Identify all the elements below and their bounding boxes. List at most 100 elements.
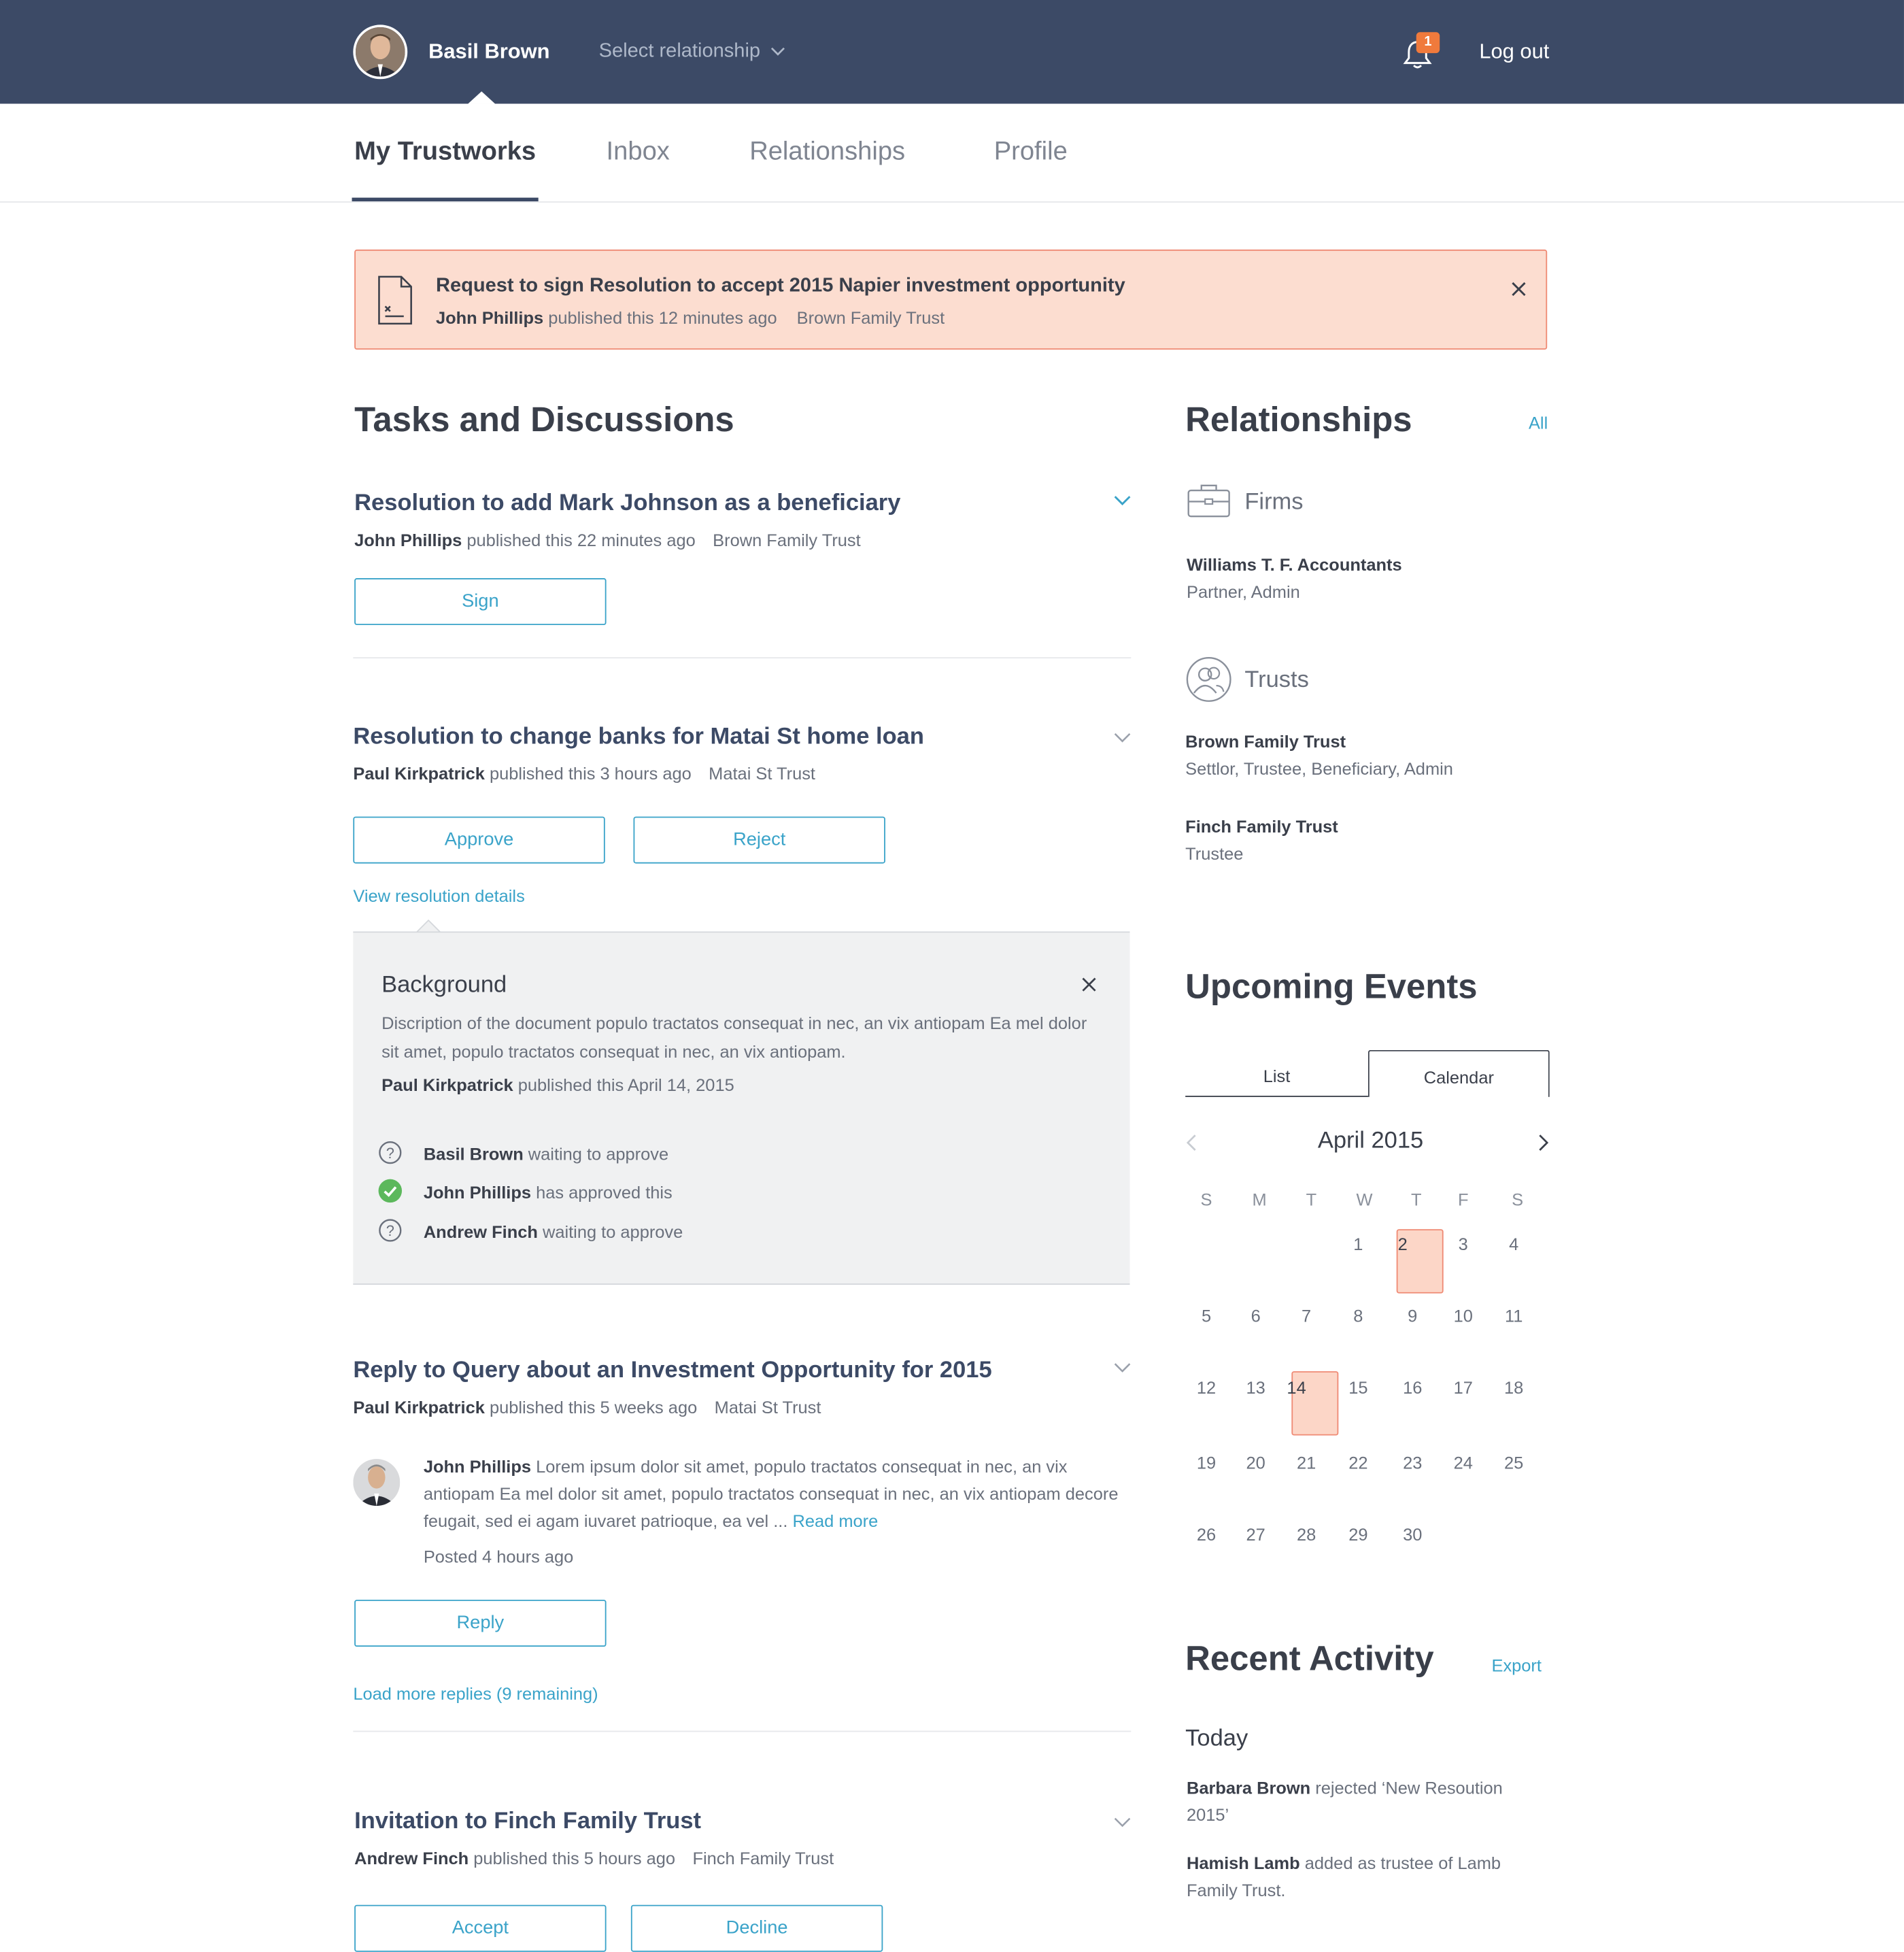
user-avatar-image — [355, 27, 405, 77]
sign-button[interactable]: Sign — [354, 578, 607, 626]
calendar-day-18[interactable]: 18 — [1495, 1377, 1532, 1397]
calendar-day-13[interactable]: 13 — [1237, 1377, 1274, 1397]
approver-status: waiting to approve — [542, 1222, 683, 1242]
calendar-day-16[interactable]: 16 — [1394, 1377, 1431, 1397]
task-author: Andrew Finch — [354, 1848, 469, 1868]
weekday-label: T — [1410, 1190, 1422, 1210]
accept-button[interactable]: Accept — [354, 1904, 607, 1952]
trust-role: Trustee — [1185, 843, 1244, 864]
chevron-down-icon[interactable] — [1114, 1362, 1131, 1374]
activity-item: Barbara Brown rejected ‘New Resoution 20… — [1187, 1774, 1545, 1828]
calendar-day-2[interactable]: 2 — [1384, 1234, 1421, 1253]
calendar-day-21[interactable]: 21 — [1288, 1453, 1325, 1473]
activity-day: Today — [1185, 1726, 1248, 1752]
calendar-day-6[interactable]: 6 — [1237, 1306, 1274, 1326]
chevron-down-icon[interactable] — [1114, 731, 1131, 743]
calendar-day-14[interactable]: 14 — [1278, 1377, 1314, 1397]
calendar-day-3[interactable]: 3 — [1444, 1234, 1481, 1253]
activity-section-title: Recent Activity — [1185, 1639, 1434, 1678]
close-icon[interactable] — [1512, 282, 1527, 297]
calendar-day-25[interactable]: 25 — [1495, 1453, 1532, 1473]
view-resolution-details-link[interactable]: View resolution details — [353, 886, 524, 905]
user-name[interactable]: Basil Brown — [428, 39, 549, 64]
task-author: John Phillips — [354, 530, 462, 550]
question-circle-icon: ? — [379, 1141, 402, 1164]
check-circle-icon — [378, 1179, 403, 1203]
alert-published: published this 12 minutes ago — [548, 307, 777, 328]
firm-name[interactable]: Williams T. F. Accountants — [1187, 555, 1402, 575]
calendar-day-15[interactable]: 15 — [1340, 1377, 1376, 1397]
task-title[interactable]: Invitation to Finch Family Trust — [354, 1808, 701, 1836]
calendar-day-10[interactable]: 10 — [1444, 1306, 1481, 1326]
relationship-select-label: Select relationship — [598, 40, 761, 62]
calendar-day-4[interactable]: 4 — [1495, 1234, 1532, 1253]
chevron-down-icon[interactable] — [1114, 494, 1131, 507]
alert-title[interactable]: Request to sign Resolution to accept 201… — [436, 275, 1125, 298]
calendar-day-20[interactable]: 20 — [1237, 1453, 1274, 1473]
weekday-label: M — [1252, 1190, 1267, 1210]
calendar-day-8[interactable]: 8 — [1340, 1306, 1376, 1326]
task-trust: Finch Family Trust — [692, 1848, 834, 1868]
calendar-day-28[interactable]: 28 — [1288, 1524, 1325, 1544]
calendar-day-5[interactable]: 5 — [1188, 1306, 1225, 1326]
alert-banner[interactable]: Request to sign Resolution to accept 201… — [354, 249, 1548, 350]
commenter-avatar[interactable] — [353, 1459, 401, 1507]
calendar-day-22[interactable]: 22 — [1340, 1453, 1376, 1473]
reply-button[interactable]: Reply — [354, 1600, 607, 1647]
divider — [353, 1730, 1132, 1732]
task-meta: John Phillips published this 22 minutes … — [354, 530, 861, 550]
calendar-day-19[interactable]: 19 — [1188, 1453, 1225, 1473]
main-nav: My Trustworks Inbox Relationships Profil… — [0, 103, 1904, 203]
chevron-right-icon[interactable] — [1537, 1134, 1550, 1151]
decline-button[interactable]: Decline — [630, 1904, 883, 1952]
comment-author: John Phillips — [423, 1456, 532, 1477]
calendar-day-29[interactable]: 29 — [1340, 1524, 1376, 1544]
tab-my-trustworks[interactable]: My Trustworks — [354, 137, 536, 167]
tab-inbox[interactable]: Inbox — [607, 137, 670, 167]
weekday-label: S — [1512, 1190, 1524, 1210]
calendar-day-23[interactable]: 23 — [1394, 1453, 1431, 1473]
details-meta: Paul Kirkpatrick published this April 14… — [381, 1075, 734, 1094]
calendar-day-9[interactable]: 9 — [1394, 1306, 1431, 1326]
reject-button[interactable]: Reject — [633, 816, 885, 864]
relationships-section-title: Relationships — [1185, 400, 1412, 439]
details-author: Paul Kirkpatrick — [381, 1075, 513, 1095]
details-published: published this April 14, 2015 — [517, 1075, 734, 1095]
tab-profile[interactable]: Profile — [994, 137, 1068, 167]
logout-link[interactable]: Log out — [1479, 39, 1549, 64]
task-title[interactable]: Resolution to change banks for Matai St … — [353, 724, 924, 751]
calendar-day-24[interactable]: 24 — [1444, 1453, 1481, 1473]
activity-actor: Hamish Lamb — [1186, 1853, 1300, 1873]
approve-button[interactable]: Approve — [353, 816, 605, 864]
task-trust: Matai St Trust — [714, 1397, 821, 1417]
active-tab-underline — [352, 197, 539, 202]
export-link[interactable]: Export — [1491, 1655, 1541, 1675]
calendar-day-17[interactable]: 17 — [1444, 1377, 1481, 1397]
relationship-select[interactable]: Select relationship — [599, 41, 786, 63]
tab-list[interactable]: List — [1185, 1050, 1368, 1097]
calendar-day-12[interactable]: 12 — [1188, 1377, 1225, 1397]
resolution-details-panel: Background Discription of the document p… — [353, 931, 1130, 1285]
trusts-heading: Trusts — [1244, 667, 1309, 693]
task-meta: Paul Kirkpatrick published this 3 hours … — [353, 763, 815, 783]
calendar-day-7[interactable]: 7 — [1288, 1306, 1325, 1326]
calendar-day-26[interactable]: 26 — [1188, 1524, 1225, 1544]
calendar-day-30[interactable]: 30 — [1394, 1524, 1431, 1544]
close-icon[interactable] — [1082, 977, 1097, 992]
trust-name[interactable]: Finch Family Trust — [1185, 817, 1338, 837]
calendar-day-11[interactable]: 11 — [1495, 1306, 1532, 1326]
load-more-replies-link[interactable]: Load more replies (9 remaining) — [353, 1684, 598, 1704]
calendar-day-27[interactable]: 27 — [1237, 1524, 1274, 1544]
read-more-link[interactable]: Read more — [792, 1511, 878, 1530]
all-relationships-link[interactable]: All — [1529, 413, 1548, 433]
trust-name[interactable]: Brown Family Trust — [1185, 731, 1346, 751]
tab-calendar[interactable]: Calendar — [1367, 1049, 1550, 1097]
chevron-down-icon[interactable] — [1114, 1816, 1131, 1828]
task-meta: Paul Kirkpatrick published this 5 weeks … — [353, 1397, 821, 1417]
user-avatar[interactable] — [353, 24, 408, 80]
calendar-day-1[interactable]: 1 — [1340, 1234, 1376, 1253]
task-title[interactable]: Reply to Query about an Investment Oppor… — [353, 1358, 991, 1385]
tab-relationships[interactable]: Relationships — [749, 137, 905, 167]
task-title[interactable]: Resolution to add Mark Johnson as a bene… — [354, 490, 900, 518]
weekday-label: W — [1356, 1190, 1373, 1210]
